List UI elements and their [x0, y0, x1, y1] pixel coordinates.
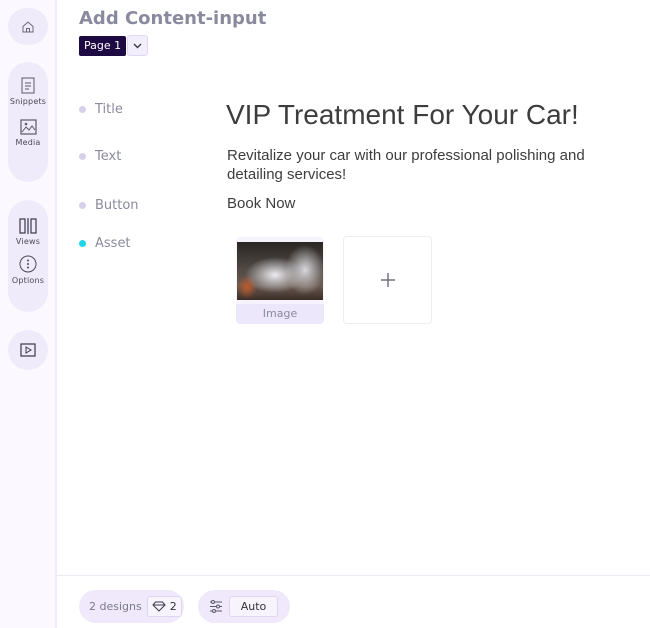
sidebar-item-views[interactable]: Views — [8, 218, 48, 246]
mode-pill: Auto — [198, 590, 290, 623]
gem-icon — [152, 601, 166, 612]
sidebar-item-snippets-label: Snippets — [9, 97, 47, 106]
content-title[interactable]: VIP Treatment For Your Car! — [226, 99, 579, 131]
status-dot — [79, 106, 86, 113]
sidebar-item-snippets[interactable]: Snippets — [8, 77, 48, 106]
add-asset-button[interactable] — [343, 236, 432, 324]
sidebar-item-home[interactable] — [8, 20, 48, 34]
plus-icon — [380, 273, 395, 287]
status-dot — [79, 202, 86, 209]
content-text[interactable]: Revitalize your car with our professiona… — [227, 146, 617, 184]
sidebar-group-preview — [8, 330, 48, 370]
designs-count-label: 2 designs — [89, 600, 142, 613]
field-item-text[interactable]: Text — [79, 149, 121, 164]
sidebar-item-preview[interactable] — [8, 343, 48, 357]
sidebar-group-display: Views Options — [8, 200, 48, 312]
views-icon — [19, 218, 37, 234]
asset-card-image[interactable]: Image — [236, 237, 324, 324]
field-label: Asset — [95, 236, 131, 251]
asset-thumbnail — [237, 242, 323, 300]
footer: 2 designs 2 Auto — [57, 575, 650, 628]
sidebar-item-options-label: Options — [11, 276, 45, 285]
designs-gem-button[interactable]: 2 — [146, 596, 182, 617]
snippets-icon — [21, 77, 35, 94]
status-dot — [79, 153, 86, 160]
play-icon — [20, 343, 36, 357]
field-label: Text — [95, 149, 122, 164]
page-title: Add Content-input — [79, 8, 267, 29]
asset-type-label: Image — [236, 304, 324, 324]
sidebar: Snippets Media Views Options — [0, 0, 57, 628]
media-icon — [19, 119, 37, 135]
page-dropdown-button[interactable] — [127, 35, 148, 56]
sidebar-item-media-label: Media — [15, 138, 41, 147]
field-item-asset[interactable]: Asset — [79, 236, 131, 251]
gem-count: 2 — [169, 600, 177, 613]
page-selector[interactable]: Page 1 — [79, 36, 127, 56]
field-item-title[interactable]: Title — [79, 102, 123, 117]
sidebar-item-views-label: Views — [15, 237, 41, 246]
content-button-text[interactable]: Book Now — [227, 195, 295, 212]
home-icon — [22, 20, 34, 32]
sidebar-group-content: Snippets Media — [8, 62, 48, 182]
mode-select[interactable]: Auto — [229, 596, 278, 617]
options-icon — [19, 255, 37, 273]
designs-pill: 2 designs 2 — [79, 590, 184, 623]
sidebar-item-options[interactable]: Options — [8, 255, 48, 285]
field-item-button[interactable]: Button — [79, 198, 139, 213]
status-dot-active — [79, 240, 86, 247]
field-label: Button — [95, 198, 139, 213]
chevron-down-icon — [133, 43, 142, 48]
sidebar-item-media[interactable]: Media — [8, 119, 48, 147]
sidebar-group-home — [8, 8, 48, 45]
field-label: Title — [95, 102, 123, 117]
sliders-icon[interactable] — [209, 600, 223, 613]
